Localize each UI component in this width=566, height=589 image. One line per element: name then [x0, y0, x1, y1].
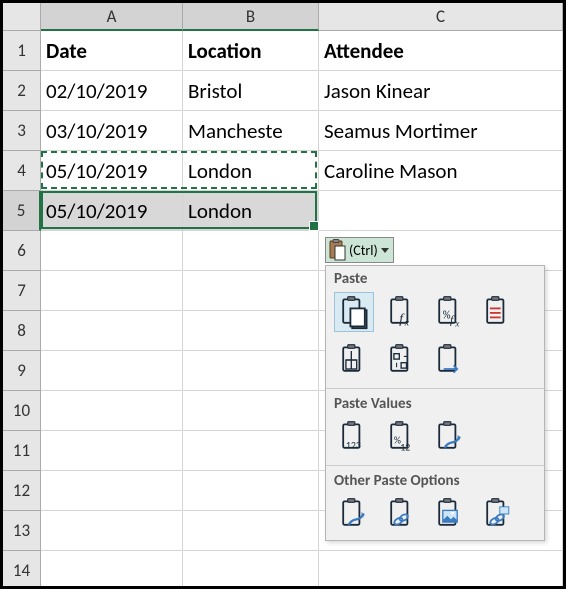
row-header-11[interactable]: 11	[3, 431, 41, 471]
paste-formatting-icon[interactable]	[334, 494, 374, 534]
row-header-9[interactable]: 9	[3, 351, 41, 391]
cell-B13[interactable]	[183, 511, 319, 551]
cell-B5[interactable]: London	[183, 191, 319, 231]
cell-B6[interactable]	[183, 231, 319, 271]
svg-text:f: f	[450, 314, 455, 327]
row-header-10[interactable]: 10	[3, 391, 41, 431]
cell-B2[interactable]: Bristol	[183, 71, 319, 111]
cell-A10[interactable]	[41, 391, 183, 431]
cell-A5[interactable]: 05/10/2019	[41, 191, 183, 231]
paste-section-title: Paste	[326, 266, 544, 290]
cell-C4[interactable]: Caroline Mason	[319, 151, 563, 191]
row-header-7[interactable]: 7	[3, 271, 41, 311]
row-header-4[interactable]: 4	[3, 151, 41, 191]
svg-text:123: 123	[346, 440, 361, 452]
paste-formulas-icon[interactable]: fx	[382, 292, 422, 332]
paste-merge-cond-icon[interactable]	[430, 340, 470, 380]
cell-C2[interactable]: Jason Kinear	[319, 71, 563, 111]
paste-link-icon[interactable]	[382, 494, 422, 534]
paste-linked-picture-icon[interactable]	[478, 494, 518, 534]
svg-text:12: 12	[400, 442, 410, 454]
paste-icon[interactable]	[334, 292, 374, 332]
paste-keep-width-icon[interactable]	[334, 340, 374, 380]
cell-A11[interactable]	[41, 431, 183, 471]
paste-values-srcfmt-icon[interactable]	[430, 417, 470, 457]
cell-A14[interactable]	[41, 551, 183, 589]
cell-B4[interactable]: London	[183, 151, 319, 191]
paste-options-panel[interactable]: Paste fx %fx Paste Values 123 %12	[325, 265, 545, 541]
row-header-14[interactable]: 14	[3, 551, 41, 589]
cell-C5[interactable]	[319, 191, 563, 231]
cell-A8[interactable]	[41, 311, 183, 351]
row-header-5[interactable]: 5	[3, 191, 41, 231]
paste-picture-icon[interactable]	[430, 494, 470, 534]
paste-values-icon[interactable]: 123	[334, 417, 374, 457]
column-header-A[interactable]: A	[41, 3, 183, 31]
cell-C14[interactable]	[319, 551, 563, 589]
cell-B10[interactable]	[183, 391, 319, 431]
cell-B12[interactable]	[183, 471, 319, 511]
spreadsheet-window: ABC 1234567891011121314 DateLocationAtte…	[0, 0, 566, 589]
cell-A12[interactable]	[41, 471, 183, 511]
paste-section-title: Paste Values	[326, 391, 544, 415]
cell-B9[interactable]	[183, 351, 319, 391]
cell-A3[interactable]: 03/10/2019	[41, 111, 183, 151]
row-headers: 1234567891011121314	[3, 31, 41, 589]
paste-transpose-icon[interactable]	[382, 340, 422, 380]
paste-formulas-numfmt-icon[interactable]: %fx	[430, 292, 470, 332]
row-header-6[interactable]: 6	[3, 231, 41, 271]
column-header-B[interactable]: B	[183, 3, 319, 31]
row-header-12[interactable]: 12	[3, 471, 41, 511]
paste-values-numfmt-icon[interactable]: %12	[382, 417, 422, 457]
svg-text:x: x	[404, 318, 410, 329]
cell-B1[interactable]: Location	[183, 31, 319, 71]
clipboard-icon	[327, 239, 347, 261]
cell-B7[interactable]	[183, 271, 319, 311]
cell-C1[interactable]: Attendee	[319, 31, 563, 71]
cell-A6[interactable]	[41, 231, 183, 271]
column-header-C[interactable]: C	[319, 3, 563, 31]
cell-A9[interactable]	[41, 351, 183, 391]
paste-options-button[interactable]: (Ctrl)	[325, 237, 394, 263]
cell-A13[interactable]	[41, 511, 183, 551]
cell-B8[interactable]	[183, 311, 319, 351]
cell-A4[interactable]: 05/10/2019	[41, 151, 183, 191]
paste-options-label: (Ctrl)	[349, 242, 378, 259]
cell-B3[interactable]: Mancheste	[183, 111, 319, 151]
column-headers: ABC	[41, 3, 563, 31]
row-header-8[interactable]: 8	[3, 311, 41, 351]
cell-B14[interactable]	[183, 551, 319, 589]
paste-section-title: Other Paste Options	[326, 468, 544, 492]
cell-A2[interactable]: 02/10/2019	[41, 71, 183, 111]
cell-A7[interactable]	[41, 271, 183, 311]
chevron-down-icon	[381, 248, 389, 253]
cell-A1[interactable]: Date	[41, 31, 183, 71]
row-header-3[interactable]: 3	[3, 111, 41, 151]
row-header-2[interactable]: 2	[3, 71, 41, 111]
paste-no-borders-icon[interactable]	[478, 292, 518, 332]
row-header-13[interactable]: 13	[3, 511, 41, 551]
cell-C3[interactable]: Seamus Mortimer	[319, 111, 563, 151]
select-all-corner[interactable]	[3, 3, 41, 31]
row-header-1[interactable]: 1	[3, 31, 41, 71]
cell-B11[interactable]	[183, 431, 319, 471]
svg-text:x: x	[454, 318, 459, 328]
